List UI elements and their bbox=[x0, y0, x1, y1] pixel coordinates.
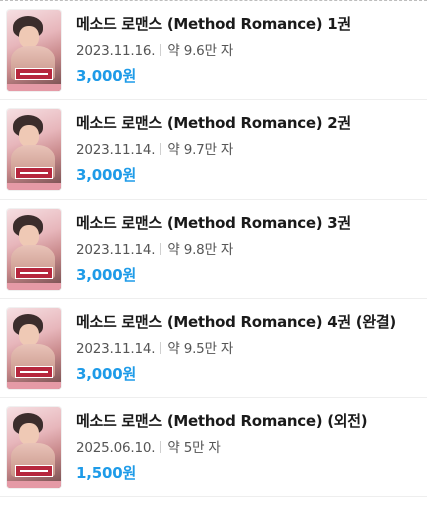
list-item[interactable]: 메소드 로맨스 (Method Romance) 2권 2023.11.14. 약… bbox=[0, 100, 427, 200]
book-title[interactable]: 메소드 로맨스 (Method Romance) 3권 bbox=[76, 213, 421, 233]
book-list: 메소드 로맨스 (Method Romance) 1권 2023.11.16. 약… bbox=[0, 1, 427, 497]
publish-date: 2023.11.16. bbox=[76, 43, 156, 59]
book-cover-image[interactable] bbox=[7, 407, 61, 488]
word-count: 약 9.7만 자 bbox=[167, 142, 234, 158]
book-info: 메소드 로맨스 (Method Romance) 4권 (완결) 2023.11… bbox=[76, 312, 421, 384]
publish-date: 2023.11.14. bbox=[76, 242, 156, 258]
list-item[interactable]: 메소드 로맨스 (Method Romance) (외전) 2025.06.10… bbox=[0, 398, 427, 497]
book-info: 메소드 로맨스 (Method Romance) (외전) 2025.06.10… bbox=[76, 411, 421, 483]
book-price: 3,000원 bbox=[76, 166, 137, 184]
book-info: 메소드 로맨스 (Method Romance) 3권 2023.11.14. 약… bbox=[76, 213, 421, 285]
publish-date: 2023.11.14. bbox=[76, 341, 156, 357]
book-info: 메소드 로맨스 (Method Romance) 1권 2023.11.16. 약… bbox=[76, 14, 421, 86]
book-title[interactable]: 메소드 로맨스 (Method Romance) 4권 (완결) bbox=[76, 312, 421, 332]
list-item[interactable]: 메소드 로맨스 (Method Romance) 1권 2023.11.16. 약… bbox=[0, 1, 427, 100]
book-meta: 2023.11.14. 약 9.5만 자 bbox=[76, 340, 421, 358]
book-meta: 2023.11.14. 약 9.8만 자 bbox=[76, 241, 421, 259]
book-title[interactable]: 메소드 로맨스 (Method Romance) 2권 bbox=[76, 113, 421, 133]
word-count: 약 9.6만 자 bbox=[167, 43, 234, 59]
meta-separator bbox=[160, 243, 162, 255]
book-meta: 2025.06.10. 약 5만 자 bbox=[76, 439, 421, 457]
meta-separator bbox=[160, 44, 162, 56]
word-count: 약 9.8만 자 bbox=[167, 242, 234, 258]
book-info: 메소드 로맨스 (Method Romance) 2권 2023.11.14. 약… bbox=[76, 113, 421, 185]
book-cover-image[interactable] bbox=[7, 209, 61, 290]
book-cover-image[interactable] bbox=[7, 109, 61, 190]
meta-separator bbox=[160, 143, 162, 155]
list-item[interactable]: 메소드 로맨스 (Method Romance) 4권 (완결) 2023.11… bbox=[0, 299, 427, 398]
book-cover-image[interactable] bbox=[7, 308, 61, 389]
book-title[interactable]: 메소드 로맨스 (Method Romance) (외전) bbox=[76, 411, 421, 431]
book-meta: 2023.11.16. 약 9.6만 자 bbox=[76, 42, 421, 60]
publish-date: 2025.06.10. bbox=[76, 440, 156, 456]
book-price: 3,000원 bbox=[76, 365, 137, 383]
book-price: 3,000원 bbox=[76, 266, 137, 284]
book-title[interactable]: 메소드 로맨스 (Method Romance) 1권 bbox=[76, 14, 421, 34]
word-count: 약 9.5만 자 bbox=[167, 341, 234, 357]
list-item[interactable]: 메소드 로맨스 (Method Romance) 3권 2023.11.14. 약… bbox=[0, 200, 427, 299]
meta-separator bbox=[160, 342, 162, 354]
publish-date: 2023.11.14. bbox=[76, 142, 156, 158]
book-price: 1,500원 bbox=[76, 464, 137, 482]
book-cover-image[interactable] bbox=[7, 10, 61, 91]
book-price: 3,000원 bbox=[76, 67, 137, 85]
meta-separator bbox=[160, 441, 162, 453]
word-count: 약 5만 자 bbox=[167, 440, 221, 456]
book-meta: 2023.11.14. 약 9.7만 자 bbox=[76, 141, 421, 159]
